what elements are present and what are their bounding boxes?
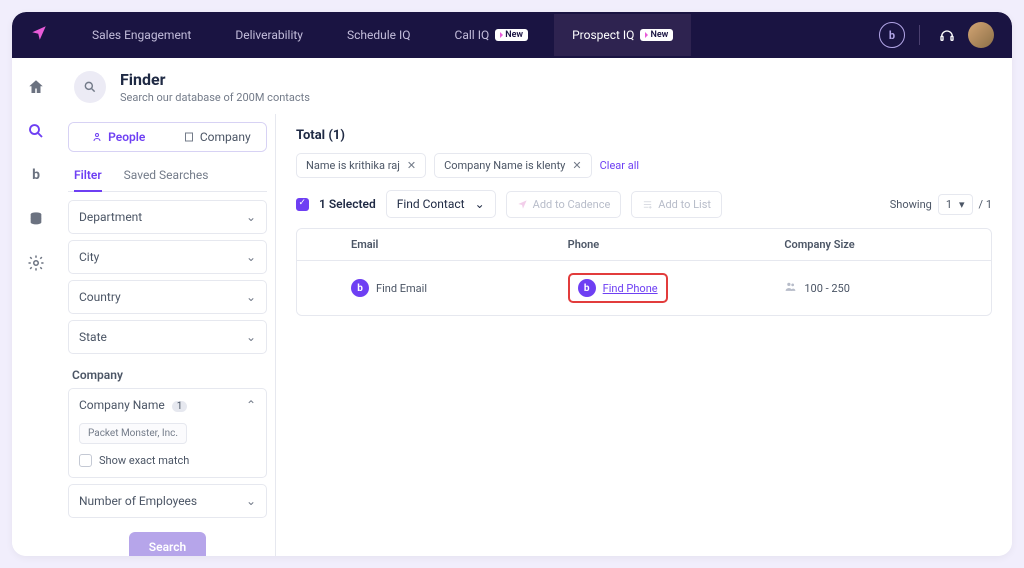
active-filters: Name is krithika raj✕ Company Name is kl… bbox=[296, 153, 992, 178]
top-nav: Sales Engagement Deliverability Schedule… bbox=[12, 12, 1012, 58]
filter-subtabs: Filter Saved Searches bbox=[68, 162, 267, 192]
app-logo bbox=[30, 24, 48, 46]
user-avatar[interactable] bbox=[968, 22, 994, 48]
results-area: Total (1) Name is krithika raj✕ Company … bbox=[276, 114, 1012, 556]
chevron-down-icon: ⌄ bbox=[246, 330, 256, 344]
chevron-down-icon: ⌄ bbox=[246, 250, 256, 264]
chevron-down-icon: ⌄ bbox=[475, 197, 485, 211]
action-bar: 1 Selected Find Contact⌄ Add to Cadence … bbox=[296, 190, 992, 218]
filter-panel: People Company Filter Saved Searches Dep… bbox=[60, 114, 276, 556]
company-chip[interactable]: Packet Monster, Inc. bbox=[79, 423, 187, 444]
find-phone-link[interactable]: Find Phone bbox=[603, 282, 658, 295]
col-phone: Phone bbox=[558, 229, 775, 260]
search-button[interactable]: Search bbox=[129, 532, 206, 556]
nav-call-iq[interactable]: Call IQNew bbox=[437, 14, 547, 56]
remove-chip-icon[interactable]: ✕ bbox=[407, 159, 416, 172]
filter-state[interactable]: State⌄ bbox=[69, 321, 266, 353]
new-badge: New bbox=[495, 29, 528, 41]
select-all-checkbox[interactable] bbox=[296, 198, 309, 211]
find-contact-dropdown[interactable]: Find Contact⌄ bbox=[386, 190, 496, 218]
selected-count: 1 Selected bbox=[319, 197, 376, 211]
nav-sales-engagement[interactable]: Sales Engagement bbox=[74, 14, 209, 56]
find-email-link[interactable]: Find Email bbox=[376, 282, 427, 295]
filter-country[interactable]: Country⌄ bbox=[69, 281, 266, 313]
chevron-down-icon: ⌄ bbox=[246, 494, 256, 508]
filter-city[interactable]: City⌄ bbox=[69, 241, 266, 273]
company-size-value: 100 - 250 bbox=[804, 282, 850, 295]
nav-prospect-iq[interactable]: Prospect IQNew bbox=[554, 14, 691, 56]
chevron-down-icon: ⌄ bbox=[246, 290, 256, 304]
filter-department[interactable]: Department⌄ bbox=[69, 201, 266, 233]
page-title: Finder bbox=[120, 70, 310, 89]
rail-b-icon[interactable]: b bbox=[25, 164, 47, 186]
finder-icon bbox=[74, 71, 106, 103]
brand-dot-icon: b bbox=[578, 279, 596, 297]
find-phone-highlight: b Find Phone bbox=[568, 273, 668, 303]
page-header: Finder Search our database of 200M conta… bbox=[60, 58, 1012, 114]
filter-chip: Name is krithika raj✕ bbox=[296, 153, 426, 178]
nav-schedule-iq[interactable]: Schedule IQ bbox=[329, 14, 429, 56]
col-company-size: Company Size bbox=[774, 229, 991, 260]
brand-dot-icon: b bbox=[351, 279, 369, 297]
add-to-cadence-button[interactable]: Add to Cadence bbox=[506, 191, 622, 218]
caret-down-icon: ▾ bbox=[959, 198, 965, 211]
rail-settings-icon[interactable] bbox=[25, 252, 47, 274]
rail-home-icon[interactable] bbox=[25, 76, 47, 98]
chevron-down-icon: ⌄ bbox=[246, 210, 256, 224]
results-table: Email Phone Company Size b Find Email bbox=[296, 228, 992, 316]
nav-deliverability[interactable]: Deliverability bbox=[217, 14, 321, 56]
entity-tabs: People Company bbox=[68, 122, 267, 152]
subtab-filter[interactable]: Filter bbox=[74, 162, 102, 192]
pagination: Showing 1▾ / 1 bbox=[890, 194, 992, 215]
clear-all-link[interactable]: Clear all bbox=[600, 159, 639, 172]
subtab-saved[interactable]: Saved Searches bbox=[124, 162, 209, 191]
filter-chip: Company Name is klenty✕ bbox=[434, 153, 592, 178]
rail-search-icon[interactable] bbox=[25, 120, 47, 142]
tab-people[interactable]: People bbox=[69, 123, 168, 151]
chevron-up-icon: ⌃ bbox=[246, 398, 256, 412]
remove-chip-icon[interactable]: ✕ bbox=[572, 159, 581, 172]
filter-num-employees[interactable]: Number of Employees⌄ bbox=[69, 485, 266, 517]
company-section-label: Company bbox=[68, 360, 267, 388]
col-email: Email bbox=[341, 229, 558, 260]
results-total: Total (1) bbox=[296, 128, 992, 143]
filter-company-name[interactable]: Company Name 1 ⌃ bbox=[69, 389, 266, 421]
left-rail: b bbox=[12, 58, 60, 556]
plan-badge[interactable]: b bbox=[879, 22, 905, 48]
tab-company[interactable]: Company bbox=[168, 123, 267, 151]
table-row: b Find Email b Find Phone bbox=[297, 261, 991, 315]
page-selector[interactable]: 1▾ bbox=[938, 194, 973, 215]
rail-database-icon[interactable] bbox=[25, 208, 47, 230]
exact-match-checkbox[interactable]: Show exact match bbox=[79, 454, 256, 467]
add-to-list-button[interactable]: Add to List bbox=[631, 191, 722, 218]
new-badge: New bbox=[640, 29, 673, 41]
headset-icon[interactable] bbox=[934, 22, 960, 48]
page-subtitle: Search our database of 200M contacts bbox=[120, 91, 310, 104]
checkbox-icon bbox=[79, 454, 92, 467]
people-icon bbox=[784, 280, 797, 296]
